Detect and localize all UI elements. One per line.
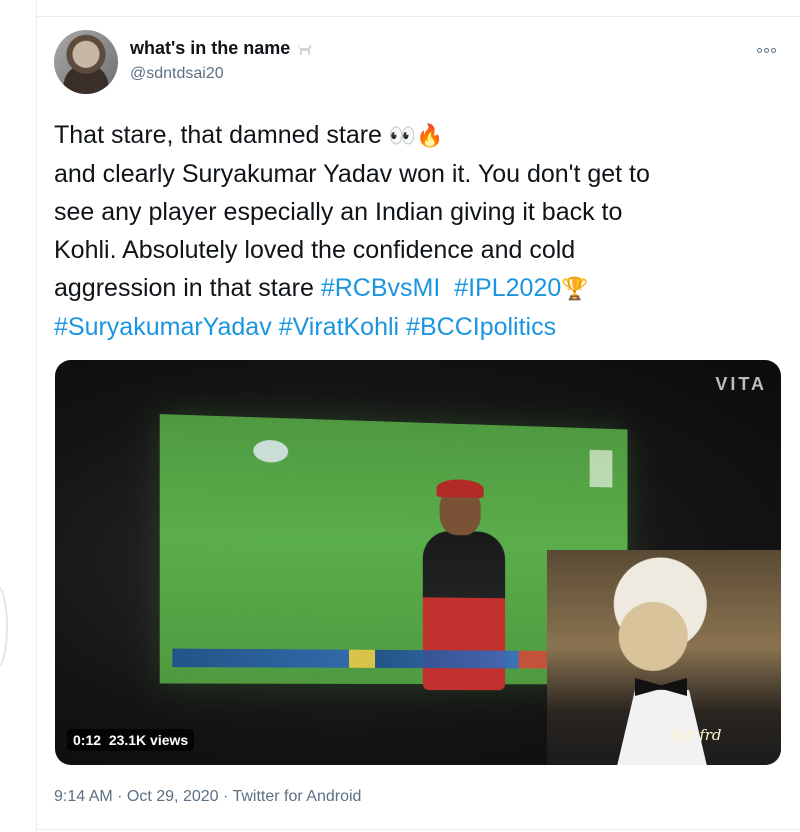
tweet-line-2: and clearly Suryakumar Yadav won it. You… [54,160,650,188]
user-handle[interactable]: @sdntdsai20 [130,65,314,83]
video-duration: 0:12 23.1K views [67,729,195,751]
hashtag-suryakumaryadav[interactable]: #SuryakumarYadav [54,313,272,341]
tweet-metadata: 9:14 AM · Oct 29, 2020 · Twitter for And… [54,788,362,805]
trophy-emoji: 🏆 [561,276,589,301]
overlay-caption: Yur frd [669,726,722,744]
video-views: 23.1K views [108,732,189,748]
display-name[interactable]: what's in the name [130,38,314,59]
hashtag-rcbvsmi[interactable]: #RCBvsMI [321,274,440,302]
top-divider [36,16,800,17]
reaction-overlay-image: Yur frd [547,550,781,765]
video-watermark: VITA [715,374,767,394]
video-meta: 0:12 23.1K views [67,729,195,751]
avatar[interactable] [54,30,118,94]
tweet-line-1: That stare, that damned stare 👀🔥 [54,121,444,149]
team-logo-graphic [253,439,289,463]
tweet-line-5: aggression in that stare #RCBvsMI #IPL20… [54,274,589,302]
hashtag-viratkohli[interactable]: #ViratKohli [279,313,399,341]
more-options-icon [756,47,762,53]
hashtag-ipl2020[interactable]: #IPL2020 [454,274,561,302]
bottom-divider [36,829,800,830]
hashtag-bccipolitics[interactable]: #BCCIpolitics [406,313,556,341]
timeline-border [36,0,37,832]
tweet-line-6: #SuryakumarYadav #ViratKohli #BCCIpoliti… [54,308,774,346]
display-name-text[interactable]: what's in the name [130,38,290,59]
tweet-text: That stare, that damned stare 👀🔥 and cle… [54,116,774,346]
more-options-button[interactable] [752,40,780,60]
goat-icon [297,43,313,55]
tweet-timestamp[interactable]: 9:14 AM · Oct 29, 2020 [54,788,219,805]
eyes-fire-emoji: 👀🔥 [388,123,444,148]
scroll-edge-decoration [0,585,8,669]
tweet-line-4: Kohli. Absolutely loved the confidence a… [54,236,576,264]
video-player[interactable]: Yur frd VITA 0:12 23.1K views [55,360,781,765]
scoreboard-graphic [172,648,602,669]
author-info[interactable]: what's in the name @sdntdsai20 [130,38,314,83]
tweet-line-3: see any player especially an Indian givi… [54,198,623,226]
sponsor-graphic [589,449,613,488]
tweet-source[interactable]: Twitter for Android [232,788,361,805]
player-cap [436,478,484,499]
tweet-header: what's in the name @sdntdsai20 [54,30,780,96]
